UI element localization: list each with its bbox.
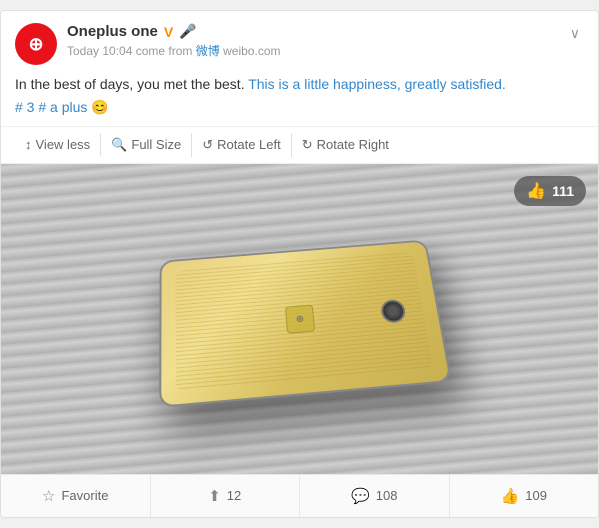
post-site: weibo.com (223, 44, 280, 58)
repost-button[interactable]: ⬆ 12 (151, 475, 301, 517)
more-options-button[interactable]: ∨ (566, 23, 584, 44)
user-name-row: Oneplus one V 🎤 (67, 23, 556, 40)
repost-count: 12 (227, 488, 241, 503)
phone-back-detail: ⊕ (174, 252, 433, 393)
comment-icon: 💬 (351, 487, 370, 505)
phone-device: ⊕ (159, 239, 452, 407)
post-source-text: come from (136, 44, 193, 58)
rotate-right-button[interactable]: ↻ Rotate Right (292, 133, 399, 157)
rotate-left-button[interactable]: ↺ Rotate Left (192, 133, 292, 157)
user-info: Oneplus one V 🎤 Today 10:04 come from 微博… (67, 23, 556, 59)
rotate-right-icon: ↻ (302, 137, 313, 153)
like-icon: 👍 (501, 487, 520, 505)
rotate-left-label: Rotate Left (217, 137, 281, 152)
post-text-highlight: This is a little happiness, greatly sati… (248, 76, 506, 92)
post-card: ⊕ Oneplus one V 🎤 Today 10:04 come from … (0, 10, 599, 518)
post-footer: ☆ Favorite ⬆ 12 💬 108 👍 109 (1, 474, 598, 517)
user-emoji: 🎤 (179, 23, 196, 40)
avatar-logo: ⊕ (28, 35, 43, 53)
rotate-left-icon: ↺ (202, 137, 213, 153)
view-less-label: View less (36, 137, 91, 152)
image-toolbar: ↕ View less 🔍 Full Size ↺ Rotate Left ↻ … (1, 126, 598, 164)
user-name[interactable]: Oneplus one (67, 23, 158, 40)
post-hashtag[interactable]: # 3 # a plus (15, 99, 87, 115)
post-text-normal: In the best of days, you met the best. (15, 76, 245, 92)
like-count: 111 (552, 183, 574, 199)
comment-button[interactable]: 💬 108 (300, 475, 450, 517)
repost-icon: ⬆ (208, 487, 221, 505)
post-weibo[interactable]: 微博 (196, 44, 220, 58)
full-size-button[interactable]: 🔍 Full Size (101, 133, 192, 157)
favorite-icon: ☆ (42, 487, 55, 505)
thumb-up-icon: 👍 (526, 181, 546, 201)
rotate-right-label: Rotate Right (317, 137, 389, 152)
post-header: ⊕ Oneplus one V 🎤 Today 10:04 come from … (1, 11, 598, 73)
post-emoji: 😊 (91, 99, 108, 115)
post-meta: Today 10:04 come from 微博 weibo.com (67, 42, 556, 59)
post-image-container: ⊕ 👍 111 (1, 164, 598, 474)
favorite-label: Favorite (61, 488, 108, 503)
post-time: Today 10:04 (67, 44, 132, 58)
like-badge[interactable]: 👍 111 (514, 176, 586, 206)
view-less-button[interactable]: ↕ View less (15, 133, 101, 156)
phone-camera (379, 299, 406, 324)
user-avatar[interactable]: ⊕ (15, 23, 57, 65)
like-count-footer: 109 (525, 488, 547, 503)
comment-count: 108 (376, 488, 398, 503)
full-size-label: Full Size (131, 137, 181, 152)
phone-image: ⊕ (1, 164, 598, 474)
post-text: In the best of days, you met the best. T… (1, 73, 598, 126)
view-less-icon: ↕ (25, 137, 32, 152)
favorite-button[interactable]: ☆ Favorite (1, 475, 151, 517)
like-button[interactable]: 👍 109 (450, 475, 599, 517)
verified-badge: V (164, 24, 173, 40)
phone-logo: ⊕ (284, 304, 314, 333)
full-size-icon: 🔍 (111, 137, 127, 153)
